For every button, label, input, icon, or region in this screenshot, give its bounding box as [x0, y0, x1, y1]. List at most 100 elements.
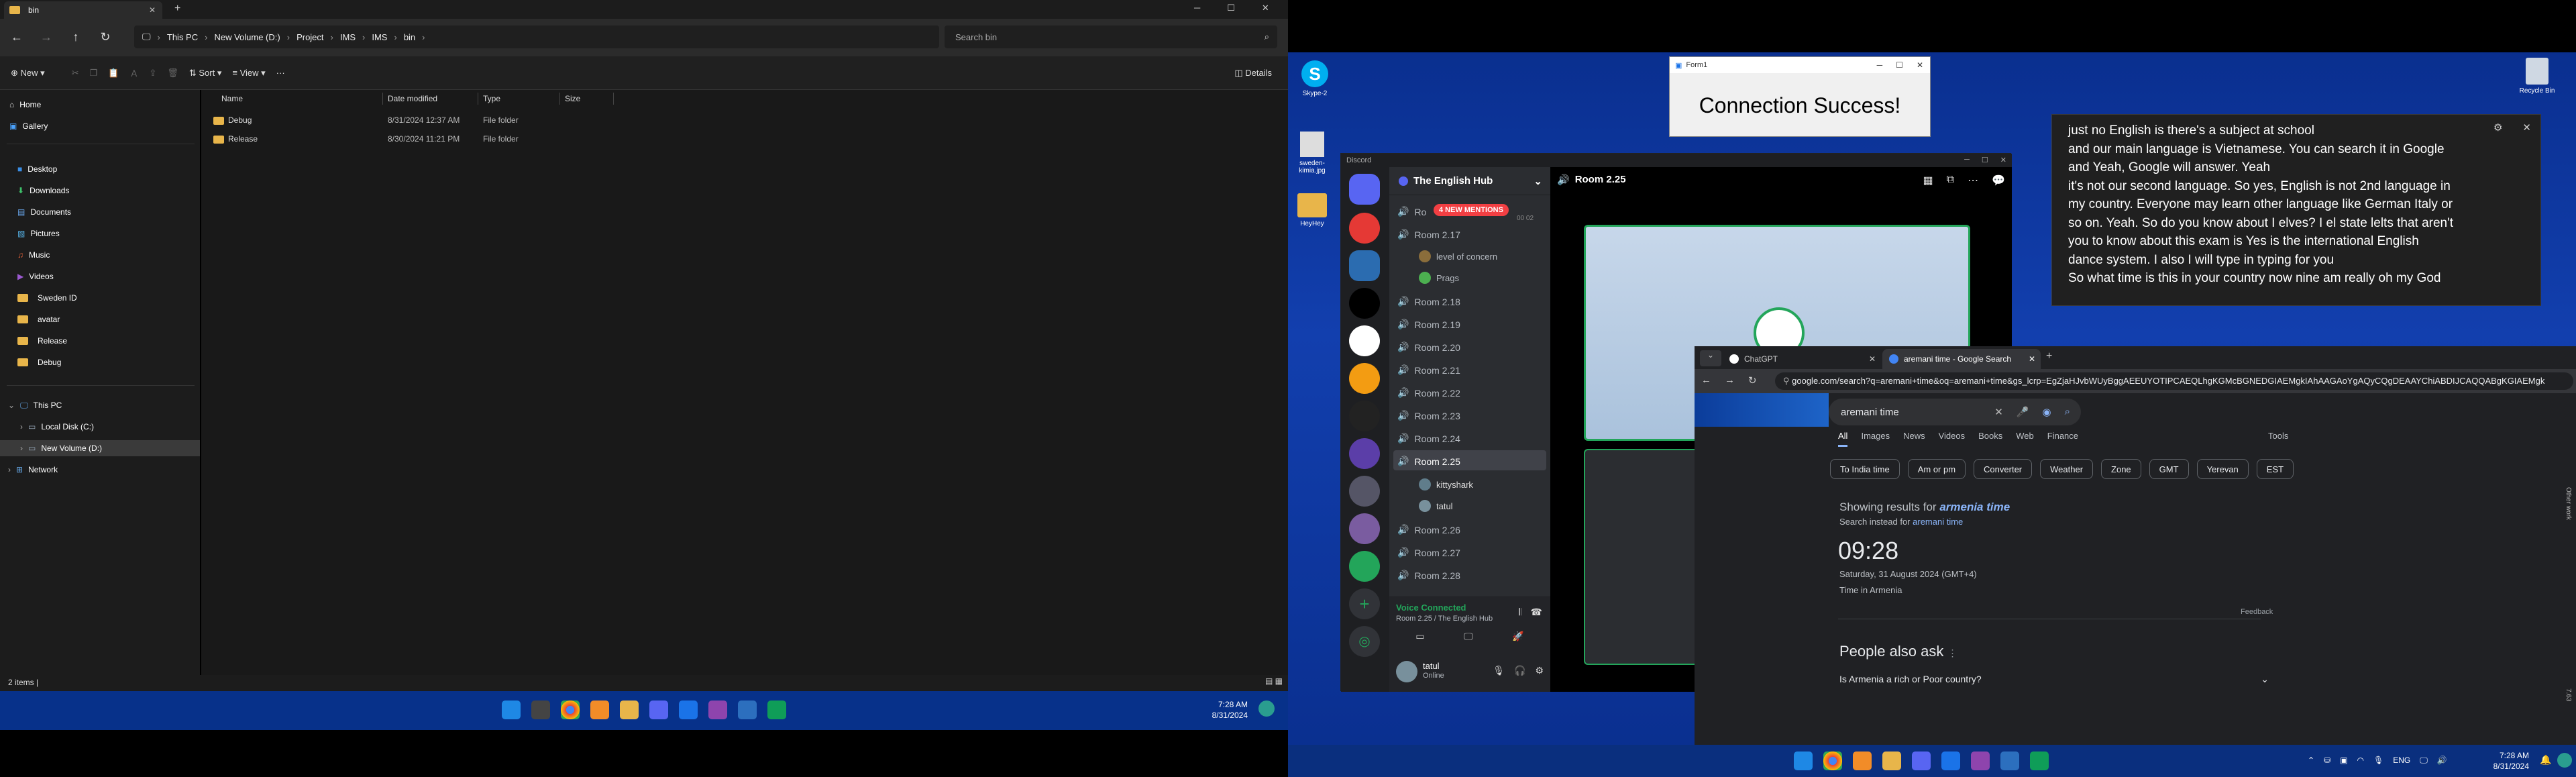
breadcrumb-item[interactable]: This PC	[167, 32, 198, 42]
minimize-icon[interactable]: ─	[1194, 3, 1200, 13]
visual-studio-icon[interactable]	[708, 701, 727, 719]
close-icon[interactable]: ✕	[2000, 156, 2006, 164]
settings-icon[interactable]: ⚙	[1535, 665, 1544, 676]
maximize-icon[interactable]: ☐	[1896, 60, 1903, 70]
voice-channel[interactable]: 🔊 Room 2.28	[1397, 570, 1460, 581]
minimize-icon[interactable]: ─	[1877, 60, 1883, 70]
paste-icon[interactable]: 📋	[108, 68, 119, 79]
nav-desktop[interactable]: ■ Desktop	[17, 161, 57, 177]
table-row[interactable]: Release 8/30/2024 11:21 PM File folder	[209, 132, 612, 149]
tools-button[interactable]: Tools	[2268, 431, 2288, 441]
task-view-icon[interactable]	[531, 701, 550, 719]
forward-icon[interactable]: →	[36, 27, 56, 47]
server-icon[interactable]	[1349, 551, 1380, 582]
voice-channel[interactable]: 🔊 Room 2.20	[1397, 342, 1460, 353]
chip[interactable]: Yerevan	[2196, 459, 2249, 479]
close-icon[interactable]: ✕	[1917, 60, 1923, 70]
wifi-icon[interactable]: ◠	[2357, 756, 2363, 766]
clock-date[interactable]: 8/31/2024	[2469, 761, 2529, 772]
nav-local-disk[interactable]: › ▭ Local Disk (C:)	[20, 419, 94, 435]
corrected-query[interactable]: armenia time	[1939, 501, 2010, 513]
more-icon[interactable]: ···	[276, 68, 285, 78]
grid-icon[interactable]: ▦	[1923, 174, 1933, 187]
nav-downloads[interactable]: ⬇ Downloads	[17, 183, 69, 199]
visual-studio-icon[interactable]	[1971, 752, 1990, 770]
new-tab-icon[interactable]: +	[174, 3, 180, 15]
nav-folder[interactable]: avatar	[17, 311, 60, 327]
column-header-type[interactable]: Type	[483, 94, 500, 103]
tab-all[interactable]: All	[1838, 431, 1848, 447]
popout-icon[interactable]: ⧉	[1947, 174, 1954, 187]
voice-channel[interactable]: 🔊 Room 2.18	[1397, 296, 1460, 307]
voice-user[interactable]: kittyshark	[1419, 478, 1473, 490]
close-tab-icon[interactable]: ✕	[1869, 354, 1876, 364]
voice-channel[interactable]: 🔊 Room 2.24	[1397, 433, 1460, 444]
file-explorer-icon[interactable]	[620, 701, 639, 719]
tray-icon[interactable]: ▣	[2340, 756, 2347, 766]
start-icon[interactable]	[1794, 752, 1813, 770]
view-button[interactable]: ≡ View ▾	[232, 68, 265, 79]
language-indicator[interactable]: ENG	[2393, 756, 2410, 766]
nav-folder[interactable]: Sweden ID	[17, 290, 77, 306]
voice-channel[interactable]: 🔊 Ro	[1397, 206, 1426, 217]
app-icon[interactable]	[1853, 752, 1872, 770]
headphones-icon[interactable]: 🎧	[1514, 665, 1525, 676]
camera-icon[interactable]: ▭	[1415, 631, 1424, 642]
tab-finance[interactable]: Finance	[2047, 431, 2078, 447]
chat-icon[interactable]: 💬	[1992, 174, 2005, 187]
search-icon[interactable]: ⌕	[2065, 406, 2070, 418]
mentions-badge[interactable]: 4 NEW MENTIONS	[1434, 204, 1509, 216]
close-tab-icon[interactable]: ✕	[149, 5, 156, 15]
chevron-right-icon[interactable]: ›	[20, 444, 23, 453]
share-icon[interactable]: ⇪	[149, 68, 156, 79]
app-icon[interactable]	[2000, 752, 2019, 770]
voice-channel[interactable]: 🔊 Room 2.26	[1397, 524, 1460, 535]
app-icon[interactable]	[767, 701, 786, 719]
site-info-icon[interactable]: ⚲	[1783, 376, 1792, 386]
nav-home[interactable]: ⌂ Home	[9, 97, 41, 113]
breadcrumb-item[interactable]: Project	[297, 32, 323, 42]
close-window-icon[interactable]: ✕	[1262, 3, 1269, 13]
nav-network[interactable]: › ⊞ Network	[8, 462, 58, 478]
breadcrumb-item[interactable]: New Volume (D:)	[214, 32, 280, 42]
tab-web[interactable]: Web	[2016, 431, 2034, 447]
reload-icon[interactable]: ↻	[1748, 374, 1757, 386]
settings-icon[interactable]: ⚙	[2493, 119, 2502, 138]
column-header-name[interactable]: Name	[221, 94, 243, 103]
clock-time[interactable]: 7:28 AM	[1194, 699, 1248, 710]
tab-books[interactable]: Books	[1978, 431, 2002, 447]
chevron-right-icon[interactable]: ›	[8, 465, 11, 474]
maximize-icon[interactable]: ☐	[1227, 3, 1235, 13]
server-icon[interactable]	[1349, 325, 1380, 356]
clock-time[interactable]: 7:28 AM	[2469, 750, 2529, 761]
discord-home-icon[interactable]	[1349, 174, 1380, 205]
explorer-tab[interactable]: bin ✕	[4, 1, 162, 19]
chevron-up-icon[interactable]: ⌃	[2308, 756, 2314, 766]
close-icon[interactable]: ✕	[2522, 119, 2531, 138]
paa-question[interactable]: Is Armenia a rich or Poor country? ⌄	[1839, 674, 2269, 684]
refresh-icon[interactable]: ↻	[95, 27, 115, 47]
column-header-size[interactable]: Size	[565, 94, 580, 103]
voice-channel[interactable]: 🔊 Room 2.23	[1397, 410, 1460, 421]
voice-user[interactable]: level of concern	[1419, 250, 1497, 262]
address-bar[interactable]: ⚲ google.com/search?q=aremani+time&oq=ar…	[1775, 372, 2573, 390]
cut-icon[interactable]: ✂	[72, 68, 79, 79]
server-icon[interactable]	[1349, 401, 1380, 431]
server-icon[interactable]	[1349, 476, 1380, 507]
original-query[interactable]: aremani time	[1913, 517, 1963, 527]
voice-channel[interactable]: 🔊 Room 2.27	[1397, 547, 1460, 558]
chip[interactable]: Zone	[2101, 459, 2141, 479]
chip[interactable]: Converter	[1974, 459, 2033, 479]
discord-icon[interactable]	[1912, 752, 1931, 770]
server-icon[interactable]	[1349, 438, 1380, 469]
desktop-icon-folder[interactable]: HeyHey	[1292, 193, 1332, 227]
voice-channel-active[interactable]: 🔊 Room 2.25	[1397, 456, 1460, 467]
server-icon[interactable]	[1349, 513, 1380, 544]
google-search-input[interactable]: aremani time ✕ 🎤 ◉ ⌕	[1829, 399, 2081, 425]
voice-channel[interactable]: 🔊 Room 2.21	[1397, 364, 1460, 376]
avatar[interactable]	[2557, 753, 2572, 768]
server-icon[interactable]	[1349, 213, 1380, 244]
breadcrumb-item[interactable]: bin	[404, 32, 415, 42]
tray-icon[interactable]: ⛁	[2324, 756, 2330, 766]
back-icon[interactable]: ←	[1701, 374, 1711, 386]
